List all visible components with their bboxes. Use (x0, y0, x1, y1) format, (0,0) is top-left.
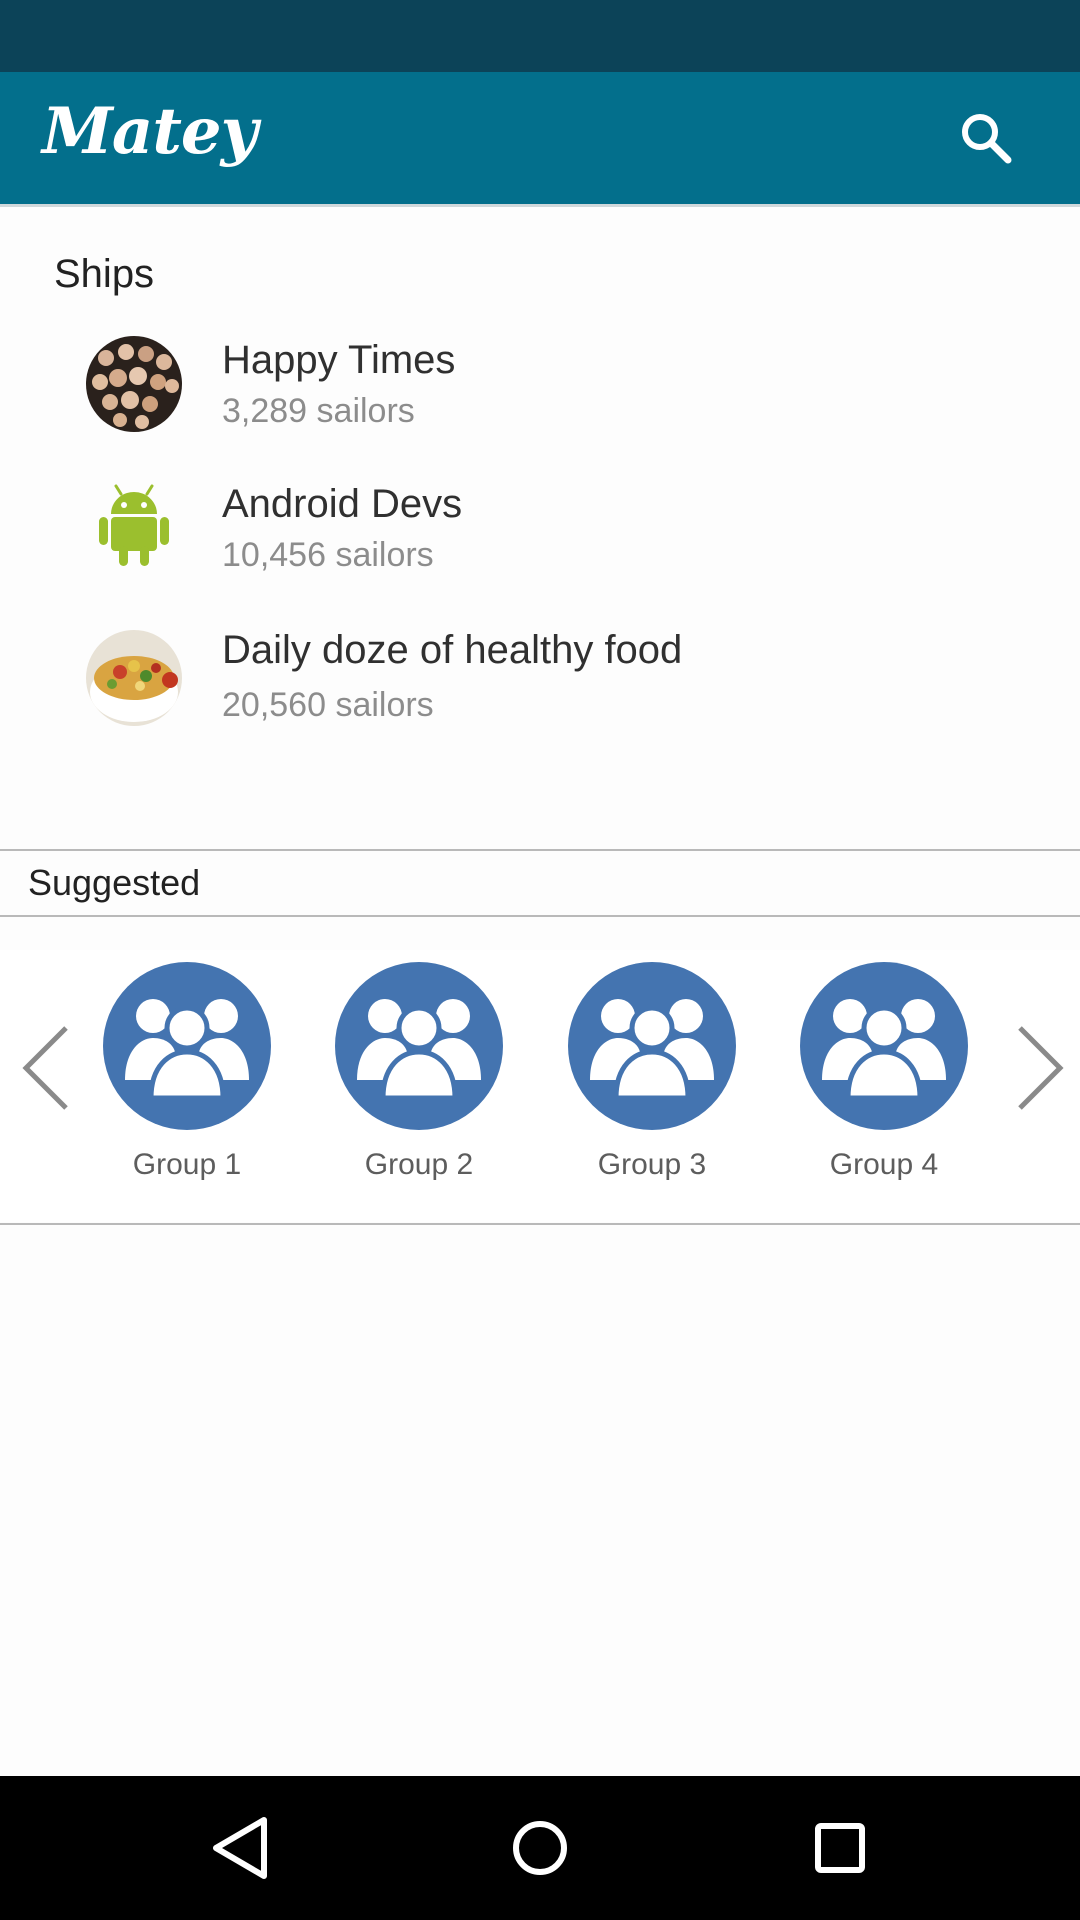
nav-back-button[interactable] (198, 1806, 282, 1890)
ship-member-count: 20,560 sailors (222, 686, 434, 724)
group-label: Group 4 (829, 1148, 939, 1181)
app-bar: Matey (0, 72, 1080, 207)
ship-item-happy-times[interactable]: Happy Times 3,289 sailors (0, 334, 1080, 454)
ship-name: Happy Times (222, 338, 456, 382)
ships-heading: Ships (54, 252, 155, 296)
home-icon (513, 1821, 567, 1875)
group-icon (103, 962, 271, 1130)
android-robot-icon (86, 480, 182, 576)
suggested-group-1[interactable]: Group 1 (102, 962, 272, 1182)
app-title: Matey (42, 94, 258, 169)
carousel-next-button[interactable] (1010, 1018, 1070, 1118)
suggested-group-2[interactable]: Group 2 (334, 962, 504, 1182)
ship-member-count: 10,456 sailors (222, 536, 434, 574)
ship-member-count: 3,289 sailors (222, 392, 415, 430)
recents-icon (815, 1823, 865, 1873)
suggested-group-3[interactable]: Group 3 (567, 962, 737, 1182)
divider (0, 915, 1080, 917)
ship-name: Android Devs (222, 482, 463, 526)
back-icon (213, 1817, 267, 1879)
group-label: Group 1 (132, 1148, 242, 1181)
chevron-left-icon (22, 1026, 68, 1110)
group-icon (335, 962, 503, 1130)
search-icon (962, 114, 1012, 164)
suggested-heading: Suggested (28, 862, 201, 903)
crowd-photo (86, 336, 182, 432)
food-bowl-photo (86, 630, 182, 726)
group-label: Group 3 (597, 1148, 707, 1181)
chevron-right-icon (1018, 1026, 1064, 1110)
suggested-group-4[interactable]: Group 4 (799, 962, 969, 1182)
status-bar (0, 0, 1080, 72)
system-nav-bar (0, 1776, 1080, 1920)
carousel-prev-button[interactable] (16, 1018, 76, 1118)
ship-item-healthy-food[interactable]: Daily doze of healthy food 20,560 sailor… (0, 628, 1080, 748)
group-label: Group 2 (364, 1148, 474, 1181)
ship-item-android-devs[interactable]: Android Devs 10,456 sailors (0, 478, 1080, 598)
group-icon (800, 962, 968, 1130)
divider (0, 849, 1080, 851)
group-icon (568, 962, 736, 1130)
divider (0, 1223, 1080, 1225)
search-button[interactable] (956, 108, 1016, 168)
suggested-carousel: Group 1 Group 2 Group 3 Group 4 (0, 950, 1080, 1222)
nav-home-button[interactable] (498, 1806, 582, 1890)
ship-name: Daily doze of healthy food (222, 628, 683, 672)
nav-recents-button[interactable] (798, 1806, 882, 1890)
